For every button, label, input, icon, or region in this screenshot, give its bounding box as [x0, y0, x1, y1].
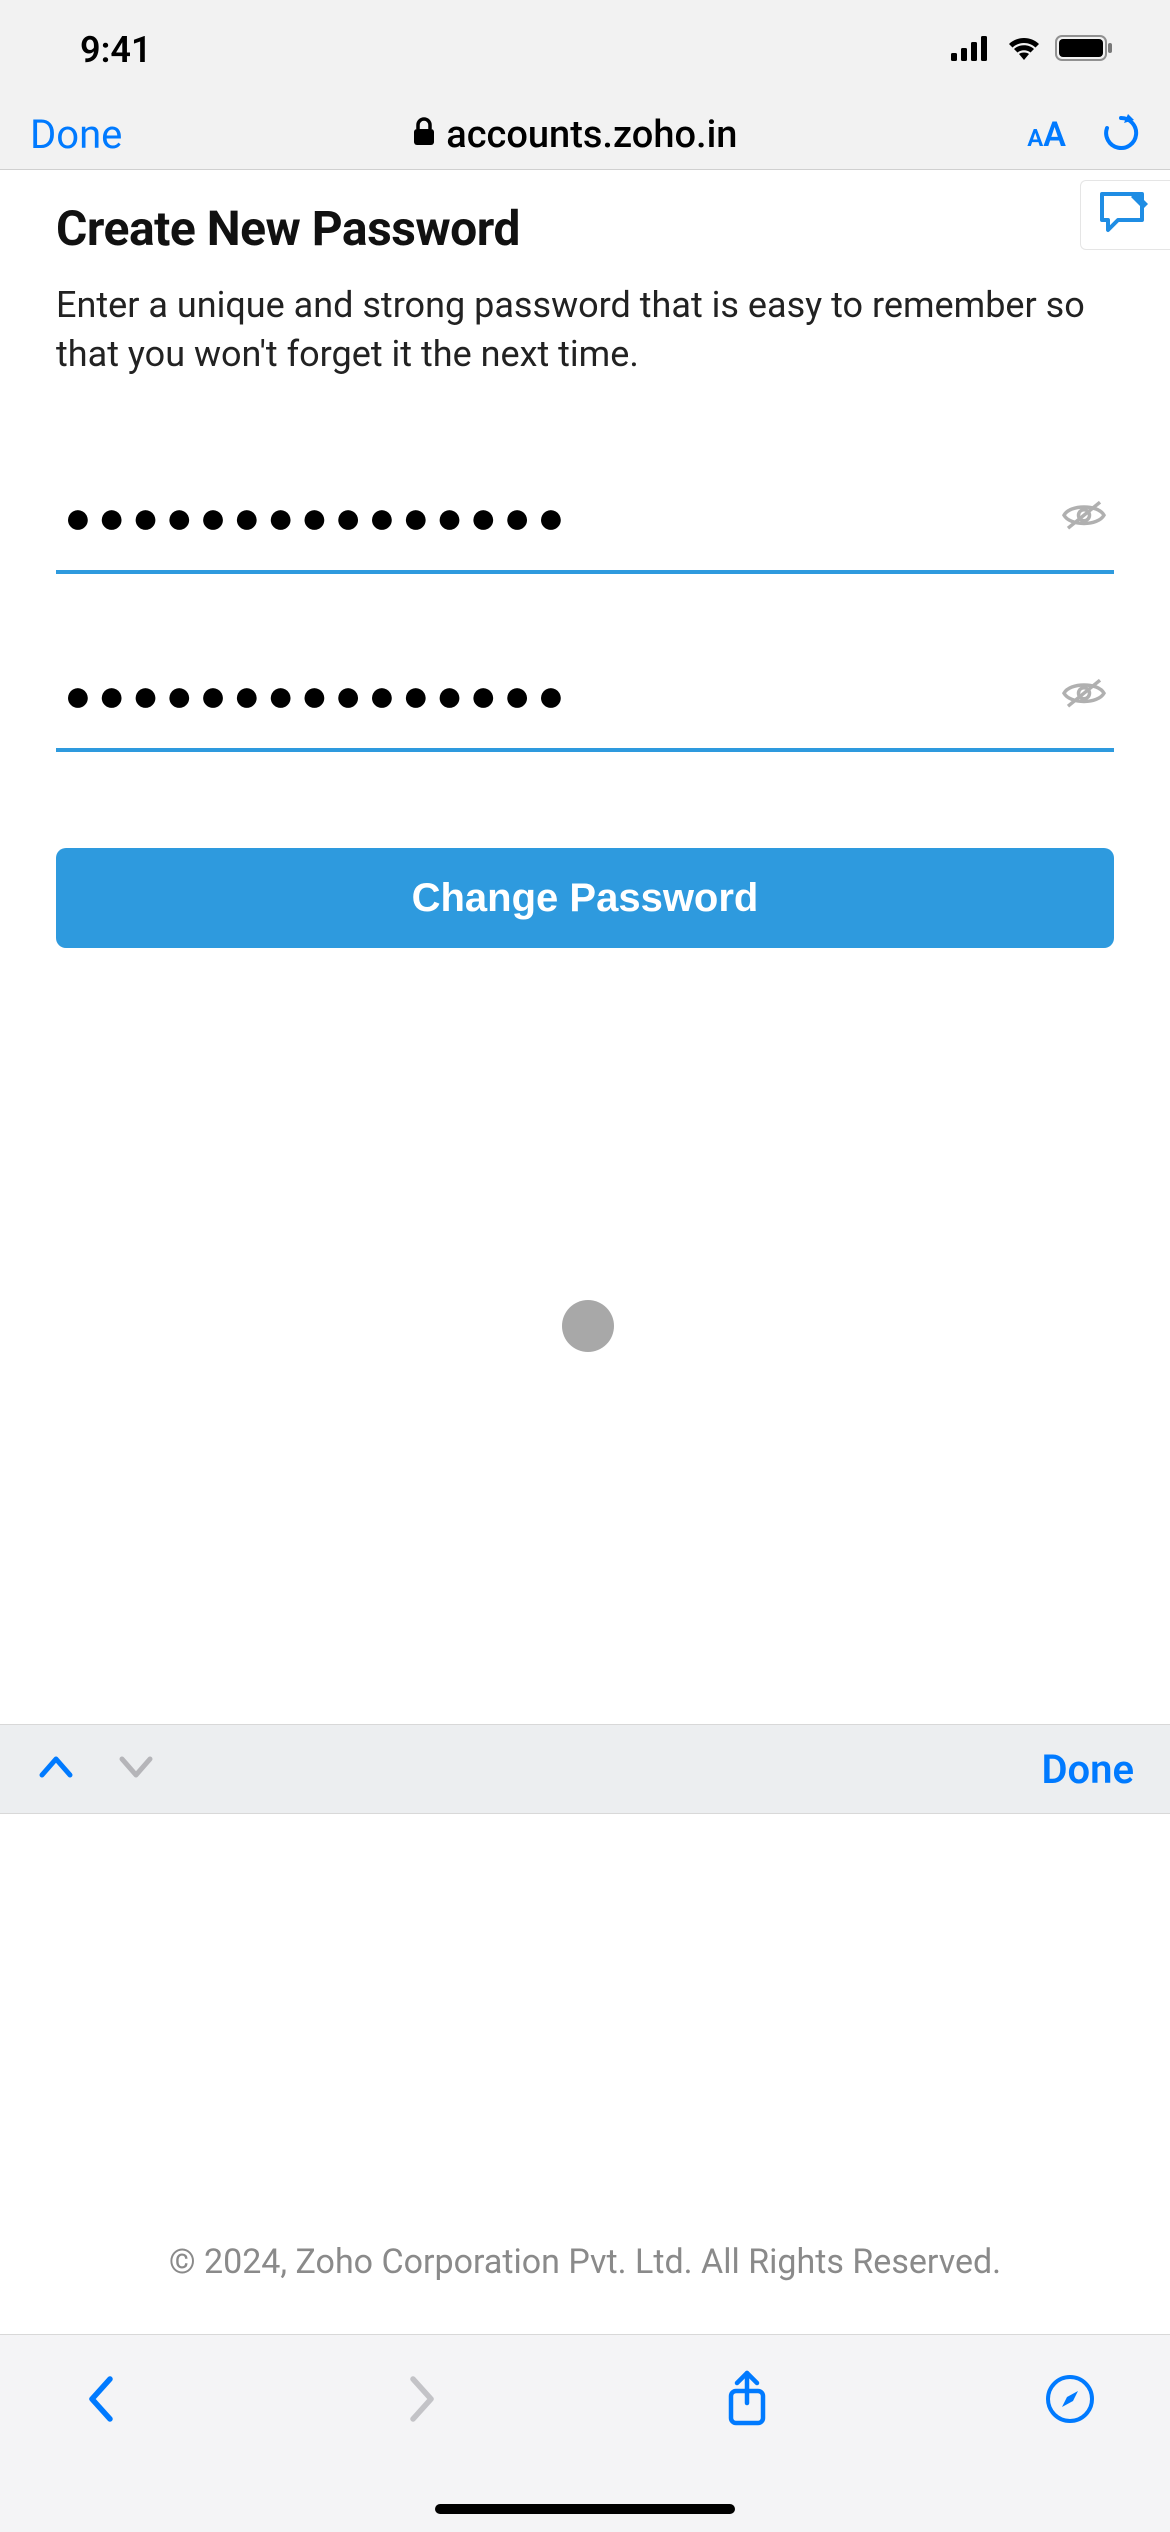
safari-nav-right: AA: [1027, 112, 1140, 158]
url-display[interactable]: accounts.zoho.in: [412, 113, 737, 157]
keyboard-accessory-bar: Done: [0, 1724, 1170, 1814]
chevron-right-icon: [407, 2373, 439, 2425]
wifi-icon: [1005, 35, 1043, 65]
status-time: 9:41: [80, 29, 152, 71]
back-button[interactable]: [70, 2369, 130, 2429]
status-bar: 9:41: [0, 0, 1170, 100]
chevron-left-icon: [84, 2373, 116, 2425]
next-field-button: [116, 1753, 156, 1785]
eye-off-icon: [1062, 676, 1106, 710]
reload-button[interactable]: [1102, 112, 1140, 158]
footer-copyright: © 2024, Zoho Corporation Pvt. Ltd. All R…: [0, 2242, 1170, 2310]
open-in-safari-button[interactable]: [1040, 2369, 1100, 2429]
done-button[interactable]: Done: [30, 111, 122, 158]
safari-compass-icon: [1045, 2374, 1095, 2424]
chevron-down-icon: [116, 1753, 156, 1781]
keyboard-done-button[interactable]: Done: [1041, 1746, 1134, 1793]
keyboard-nav-arrows: [36, 1753, 156, 1785]
cellular-signal-icon: [951, 35, 993, 65]
confirm-password-field-wrap: [56, 646, 1114, 752]
toggle-password-visibility-button[interactable]: [1062, 498, 1106, 536]
url-text: accounts.zoho.in: [446, 113, 737, 157]
new-password-field-wrap: [56, 468, 1114, 574]
confirm-password-input[interactable]: [56, 646, 1114, 752]
eye-off-icon: [1062, 498, 1106, 532]
feedback-button[interactable]: [1080, 180, 1170, 250]
share-button[interactable]: [717, 2369, 777, 2429]
toggle-confirm-visibility-button[interactable]: [1062, 676, 1106, 714]
status-icons: [951, 35, 1115, 65]
reader-aa-button[interactable]: AA: [1027, 115, 1066, 155]
safari-address-bar: Done accounts.zoho.in AA: [0, 100, 1170, 170]
page-subtitle: Enter a unique and strong password that …: [56, 281, 1114, 378]
safari-bottom-toolbar: [0, 2334, 1170, 2532]
home-indicator[interactable]: [435, 2504, 735, 2514]
previous-field-button[interactable]: [36, 1753, 76, 1785]
chevron-up-icon: [36, 1753, 76, 1781]
page-content: Create New Password Enter a unique and s…: [0, 170, 1170, 948]
feedback-icon: [1098, 190, 1154, 240]
lock-icon: [412, 113, 436, 157]
change-password-button[interactable]: Change Password: [56, 848, 1114, 948]
share-icon: [723, 2369, 771, 2429]
new-password-input[interactable]: [56, 468, 1114, 574]
forward-button: [393, 2369, 453, 2429]
battery-icon: [1055, 35, 1115, 65]
page-title: Create New Password: [56, 200, 1114, 257]
touch-indicator-icon: [562, 1300, 614, 1352]
